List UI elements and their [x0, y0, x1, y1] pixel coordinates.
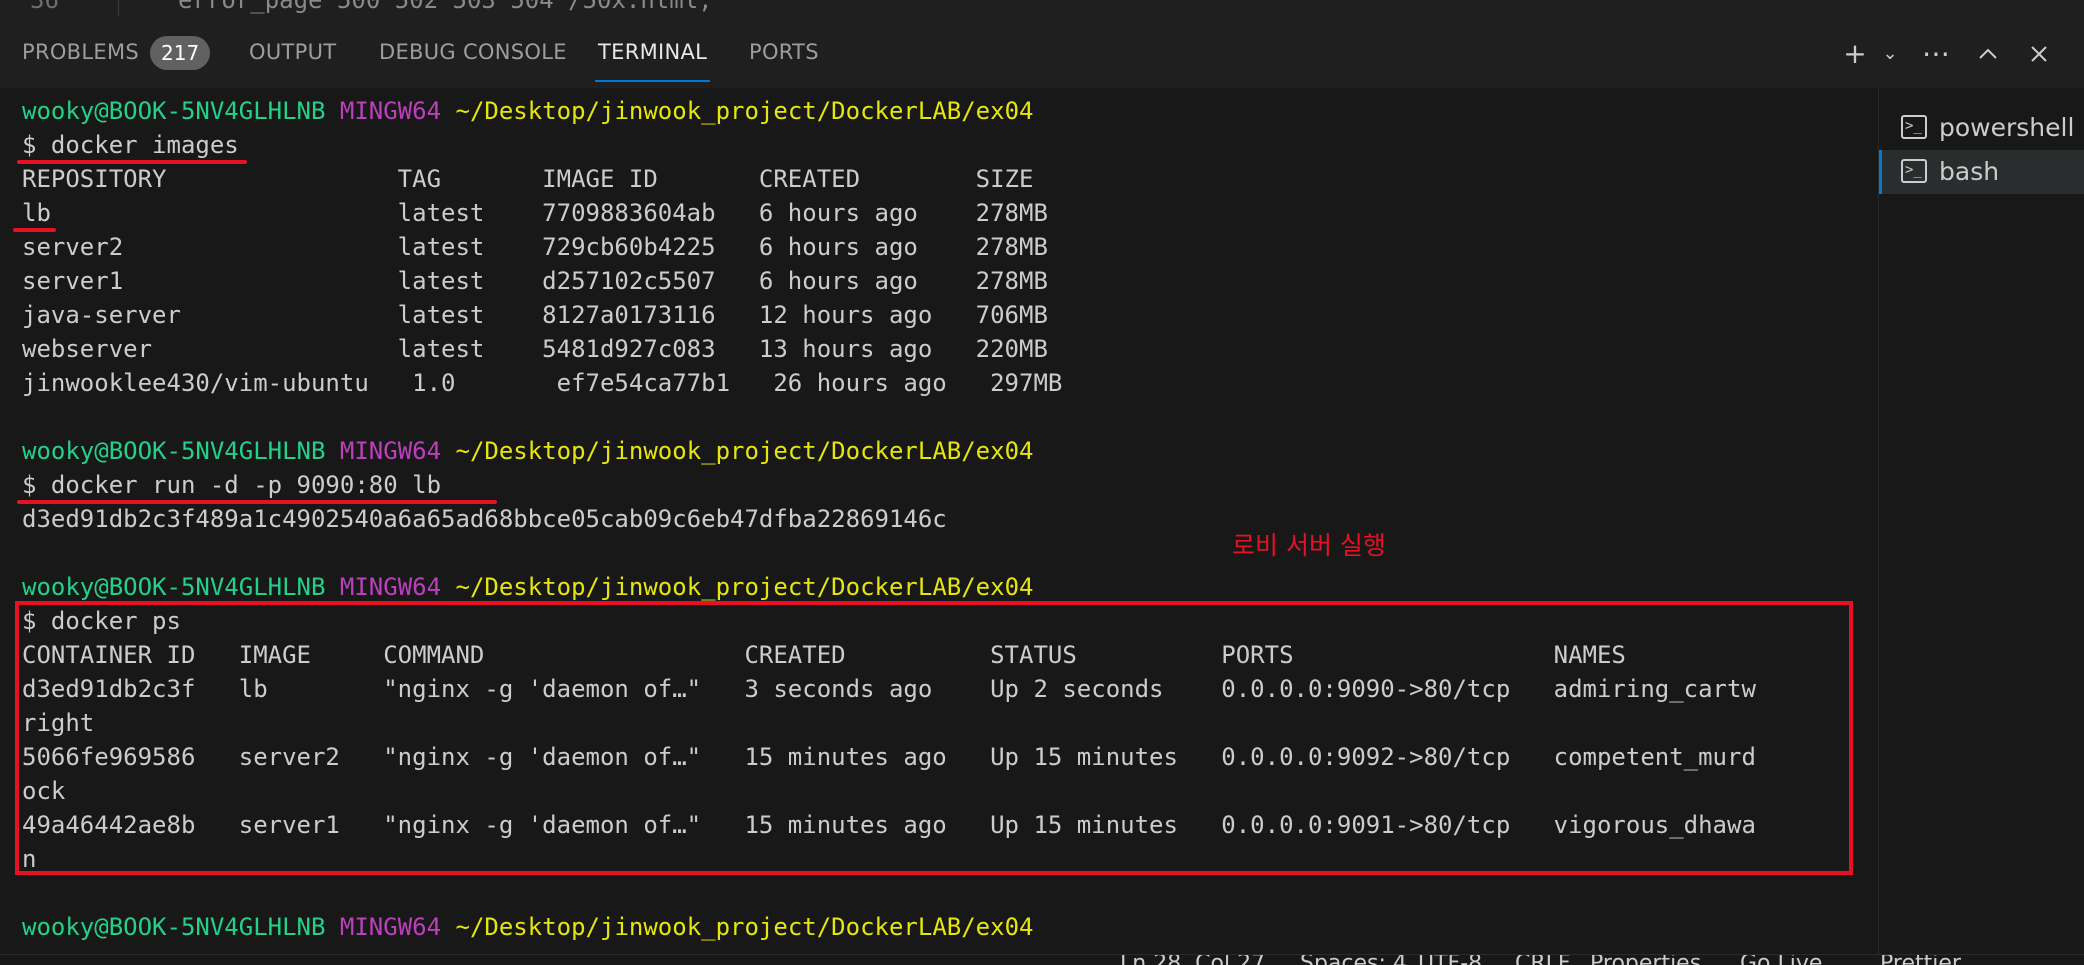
ps-table-row-wrap: n	[22, 845, 37, 873]
panel-tab-bar: PROBLEMS 217 OUTPUT DEBUG CONSOLE TERMIN…	[0, 16, 2084, 88]
prompt-line: wooky@BOOK-5NV4GLHLNB MINGW64 ~/Desktop/…	[22, 434, 1033, 468]
plus-icon[interactable]: +	[1837, 36, 1873, 72]
status-language[interactable]: Properties	[1590, 955, 1701, 965]
prompt-line: wooky@BOOK-5NV4GLHLNB MINGW64 ~/Desktop/…	[22, 570, 1033, 604]
images-table-row: server1 latest d257102c5507 6 hours ago …	[22, 267, 1048, 295]
editor-gutter-divider	[118, 0, 119, 16]
ps-table-row: 49a46442ae8b server1 "nginx -g 'daemon o…	[22, 811, 1756, 839]
terminal-icon: >_	[1901, 115, 1927, 139]
chevron-up-icon[interactable]	[1970, 36, 2006, 72]
chevron-down-icon[interactable]: ⌄	[1872, 36, 1908, 72]
status-encoding[interactable]: UTF-8	[1418, 955, 1482, 965]
images-table-row: webserver latest 5481d927c083 13 hours a…	[22, 335, 1048, 363]
prompt-path: ~/Desktop/jinwook_project/DockerLAB/ex04	[455, 97, 1034, 125]
terminal-output[interactable]: wooky@BOOK-5NV4GLHLNB MINGW64 ~/Desktop/…	[0, 88, 1878, 964]
images-table-row: server2 latest 729cb60b4225 6 hours ago …	[22, 233, 1048, 261]
command-docker-ps: $ docker ps	[22, 607, 181, 635]
container-hash: d3ed91db2c3f489a1c4902540a6a65ad68bbce05…	[22, 505, 947, 533]
prompt-line: wooky@BOOK-5NV4GLHLNB MINGW64 ~/Desktop/…	[22, 910, 1033, 944]
tab-problems[interactable]: PROBLEMS	[22, 40, 139, 64]
ellipsis-icon[interactable]: ⋯	[1918, 36, 1954, 72]
ps-table-row-wrap: ock	[22, 777, 66, 805]
images-table-row: jinwooklee430/vim-ubuntu 1.0 ef7e54ca77b…	[22, 369, 1063, 397]
tab-output[interactable]: OUTPUT	[249, 40, 336, 64]
ps-table-row-wrap: right	[22, 709, 95, 737]
prompt-env: MINGW64	[339, 97, 442, 125]
status-go-live[interactable]: Go Live	[1740, 955, 1822, 965]
close-icon[interactable]	[2021, 36, 2057, 72]
images-table-header: REPOSITORY TAG IMAGE ID CREATED SIZE	[22, 165, 1034, 193]
prompt-env: MINGW64	[339, 913, 442, 941]
prompt-path: ~/Desktop/jinwook_project/DockerLAB/ex04	[455, 913, 1034, 941]
problems-count-badge: 217	[150, 36, 211, 70]
command-docker-run: $ docker run -d -p 9090:80 lb	[22, 471, 442, 499]
command-docker-images: $ docker images	[22, 131, 239, 159]
prompt-user-host: wooky@BOOK-5NV4GLHLNB	[22, 437, 326, 465]
editor-line-number: 36	[30, 0, 59, 14]
status-eol[interactable]: CRLF	[1515, 955, 1571, 965]
images-table-row: java-server latest 8127a0173116 12 hours…	[22, 301, 1048, 329]
tab-debug-console[interactable]: DEBUG CONSOLE	[379, 40, 567, 64]
shell-item-powershell[interactable]: >_ powershell	[1879, 106, 2084, 150]
status-indentation[interactable]: Spaces: 4	[1300, 955, 1407, 965]
tab-ports[interactable]: PORTS	[749, 40, 819, 64]
shell-item-label: bash	[1939, 157, 2000, 186]
tab-terminal[interactable]: TERMINAL	[594, 40, 711, 82]
prompt-env: MINGW64	[339, 573, 442, 601]
prompt-line: wooky@BOOK-5NV4GLHLNB MINGW64 ~/Desktop/…	[22, 94, 1033, 128]
prompt-env: MINGW64	[339, 437, 442, 465]
shell-item-bash[interactable]: >_ bash	[1879, 150, 2084, 194]
ps-table-header: CONTAINER ID IMAGE COMMAND CREATED STATU…	[22, 641, 1626, 669]
prompt-user-host: wooky@BOOK-5NV4GLHLNB	[22, 913, 326, 941]
prompt-user-host: wooky@BOOK-5NV4GLHLNB	[22, 97, 326, 125]
terminal-shell-list: >_ powershell >_ bash	[1878, 88, 2084, 964]
annotation-text: 로비 서버 실행	[1232, 531, 1386, 560]
shell-item-label: powershell	[1939, 113, 2075, 142]
status-cursor-position[interactable]: Ln 28, Col 27	[1120, 955, 1265, 965]
editor-code-line: error_page 500 502 503 504 /50x.html;	[178, 0, 713, 14]
prompt-path: ~/Desktop/jinwook_project/DockerLAB/ex04	[455, 437, 1034, 465]
prompt-user-host: wooky@BOOK-5NV4GLHLNB	[22, 573, 326, 601]
editor-strip: 36 error_page 500 502 503 504 /50x.html;	[0, 0, 2084, 17]
ps-table-row: d3ed91db2c3f lb "nginx -g 'daemon of…" 3…	[22, 675, 1756, 703]
terminal-icon: >_	[1901, 159, 1927, 183]
images-table-row: lb latest 7709883604ab 6 hours ago 278MB	[22, 199, 1048, 227]
status-bar: Ln 28, Col 27 Spaces: 4 UTF-8 CRLF Prope…	[0, 954, 2084, 965]
status-prettier[interactable]: Prettier	[1880, 955, 1961, 965]
ps-table-row: 5066fe969586 server2 "nginx -g 'daemon o…	[22, 743, 1756, 771]
prompt-path: ~/Desktop/jinwook_project/DockerLAB/ex04	[455, 573, 1034, 601]
